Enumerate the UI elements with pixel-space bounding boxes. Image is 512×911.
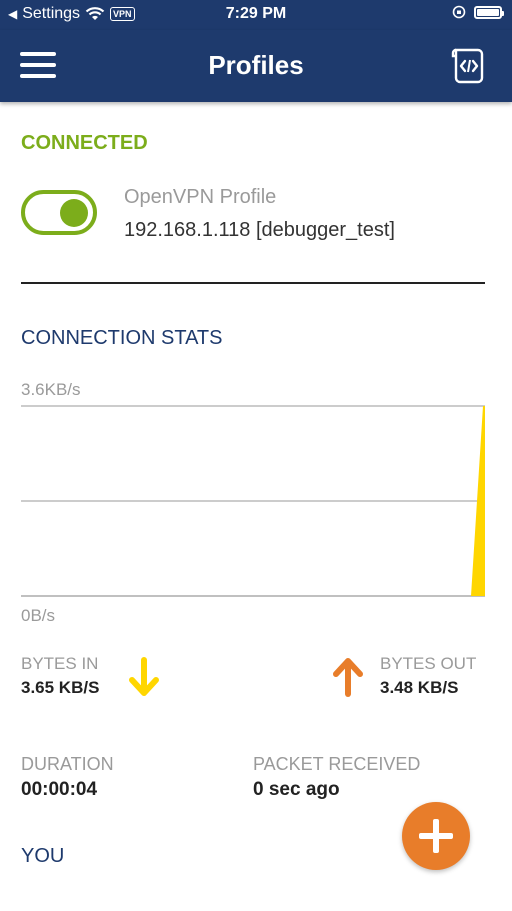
vpn-connection-toggle[interactable] (21, 190, 97, 235)
clock: 7:29 PM (225, 5, 287, 22)
profile-name: OpenVPN Profile (124, 186, 277, 208)
duration-value: 00:00:04 (21, 779, 98, 800)
y-axis-min-label: 0B/s (21, 606, 56, 625)
bytes-out-value: 3.48 KB/S (380, 678, 459, 697)
connection-status: CONNECTED (21, 132, 148, 154)
duration-label: DURATION (21, 754, 114, 774)
traffic-chart-plot (21, 405, 485, 597)
battery-icon (474, 5, 504, 19)
arrow-up-icon (333, 658, 363, 697)
profile-server: 192.168.1.118 [debugger_test] (124, 219, 395, 241)
toggle-knob (60, 199, 88, 227)
bytes-out-label: BYTES OUT (380, 654, 477, 673)
divider (21, 282, 485, 284)
bytes-in-value: 3.65 KB/S (21, 678, 100, 697)
navigation-bar: Profiles (0, 30, 512, 102)
status-bar: ◀ Settings VPN 7:29 PM (0, 0, 512, 30)
bytes-in-label: BYTES IN (21, 654, 99, 673)
packet-received-label: PACKET RECEIVED (253, 754, 421, 774)
you-heading: YOU (21, 845, 65, 867)
add-profile-button[interactable] (402, 802, 470, 870)
connection-stats-heading: CONNECTION STATS (21, 327, 223, 349)
log-file-icon[interactable] (450, 46, 486, 84)
packet-received-value: 0 sec ago (253, 779, 340, 800)
page-title: Profiles (208, 50, 304, 80)
orientation-lock-icon (452, 5, 466, 19)
traffic-chart: 3.6KB/s 0B/s (21, 378, 485, 628)
arrow-down-icon (129, 657, 159, 696)
